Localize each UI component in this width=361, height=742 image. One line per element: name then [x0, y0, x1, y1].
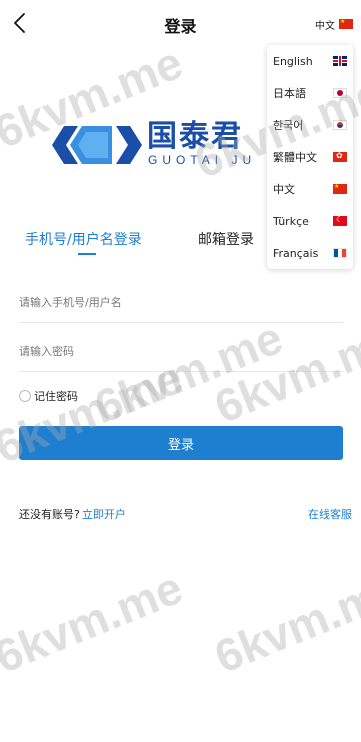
language-option-label: 中文 — [273, 183, 295, 196]
language-option-french[interactable]: Français — [267, 237, 353, 269]
no-account-text: 还没有账号? — [19, 508, 80, 521]
language-option-english[interactable]: English — [267, 45, 353, 77]
japan-flag-icon — [333, 88, 347, 98]
register-link[interactable]: 立即开户 — [82, 506, 126, 522]
turkey-flag-icon — [333, 216, 347, 226]
language-dropdown: English 日本語 한국어 繁體中文 中文 Türkçe Français — [267, 45, 353, 269]
chevron-left-icon — [14, 13, 25, 33]
watermark-text: 6kvm.me — [207, 311, 361, 433]
remember-password-toggle[interactable]: 记住密码 — [19, 388, 78, 404]
language-selector[interactable]: 中文 — [315, 16, 353, 32]
china-flag-icon — [339, 19, 353, 29]
france-flag-icon — [333, 248, 347, 258]
language-option-label: 繁體中文 — [273, 151, 317, 164]
login-button[interactable]: 登录 — [19, 426, 343, 460]
language-option-label: Français — [273, 246, 319, 260]
language-option-label: Türkçe — [273, 214, 309, 228]
no-account-row: 还没有账号? 立即开户 — [19, 506, 126, 522]
logo-chinese-text: 国泰君 — [147, 119, 243, 154]
korea-flag-icon — [333, 120, 347, 130]
language-option-label: English — [273, 54, 313, 68]
logo-mark-icon — [52, 126, 142, 164]
header-bar: 登录 中文 — [0, 0, 361, 48]
watermark-text: 6kvm.me — [87, 311, 290, 433]
language-option-label: 日本語 — [273, 87, 306, 100]
company-logo: 国泰君 GUOTAI JU — [52, 120, 292, 170]
language-option-chinese[interactable]: 中文 — [267, 173, 353, 205]
current-language-label: 中文 — [315, 20, 335, 32]
phone-username-input[interactable] — [19, 294, 343, 309]
phone-username-field — [19, 281, 343, 323]
active-tab-indicator — [78, 253, 96, 255]
password-field — [19, 330, 343, 372]
language-option-label: 한국어 — [273, 119, 304, 132]
hong-kong-flag-icon — [333, 152, 347, 162]
language-option-korean[interactable]: 한국어 — [267, 109, 353, 141]
watermark-text: 6kvm.me — [207, 561, 361, 683]
tab-phone-login[interactable]: 手机号/用户名登录 — [25, 229, 142, 249]
remember-password-label: 记住密码 — [34, 390, 78, 403]
language-option-turkish[interactable]: Türkçe — [267, 205, 353, 237]
language-option-japanese[interactable]: 日本語 — [267, 77, 353, 109]
online-support-link[interactable]: 在线客服 — [308, 506, 352, 522]
back-button[interactable] — [8, 10, 34, 36]
page-title: 登录 — [164, 17, 197, 36]
china-flag-icon — [333, 184, 347, 194]
tab-email-login[interactable]: 邮箱登录 — [198, 229, 254, 249]
watermark-text: 6kvm.me — [0, 561, 190, 683]
password-input[interactable] — [19, 343, 343, 358]
remember-password-checkbox[interactable] — [19, 390, 31, 402]
logo-english-text: GUOTAI JU — [148, 153, 257, 167]
uk-flag-icon — [333, 56, 347, 66]
language-option-traditional-chinese[interactable]: 繁體中文 — [267, 141, 353, 173]
